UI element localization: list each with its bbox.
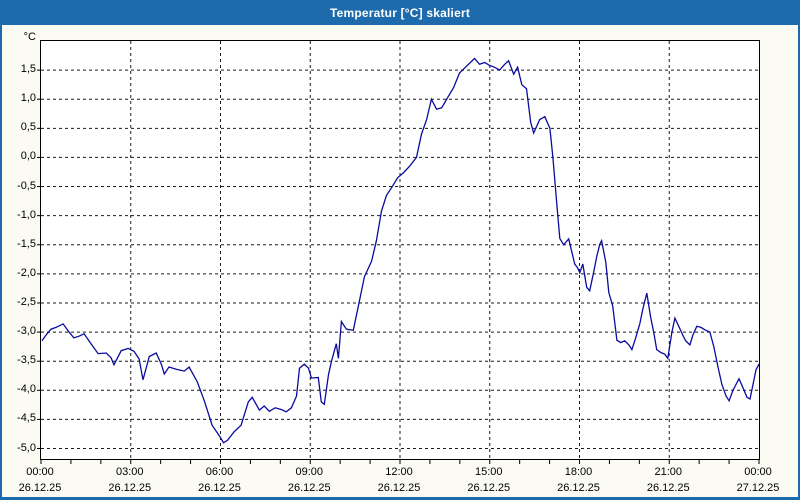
x-tick-time-label: 18:00 [564,466,593,478]
x-tick-time-label: 03:00 [115,466,144,478]
y-tick-label: -0,5 [17,179,36,192]
x-tick-time-label: 12:00 [385,466,413,478]
y-tick-label: 1,0 [20,92,36,105]
x-tick-date-label: 26.12.25 [287,482,331,494]
y-tick-label: -4,0 [17,383,36,396]
y-tick-label: -1,0 [17,208,36,221]
window-title-bar[interactable]: Temperatur [°C] skaliert [2,0,798,25]
window-title: Temperatur [°C] skaliert [329,5,471,20]
x-tick-time-label: 21:00 [654,466,683,478]
x-tick-date-label: 26.12.25 [198,482,241,494]
x-tick-date-label: 27.12.25 [736,482,780,494]
x-tick-date-label: 26.12.25 [18,482,62,494]
x-tick-time-label: 00:00 [744,466,772,478]
x-tick-date-label: 26.12.25 [646,482,690,494]
x-tick-time-label: 00:00 [26,466,54,478]
x-tick-date-label: 26.12.25 [557,482,600,494]
x-tick-date-label: 26.12.25 [377,482,421,494]
x-tick-date-label: 26.12.25 [108,482,152,494]
chart-window: Temperatur [°C] skaliert °C 1,5 1,0 0,5 0,0… [0,0,800,500]
x-tick-time-label: 15:00 [474,466,503,478]
plot-area[interactable] [37,40,760,464]
y-tick-label: -2,5 [17,295,36,308]
y-axis-unit-label: °C [23,31,36,43]
y-tick-label: -1,5 [17,237,36,250]
y-tick-label: -3,5 [17,354,36,367]
y-tick-label: -3,0 [17,325,36,338]
x-tick-time-label: 06:00 [205,466,234,478]
x-tick-date-label: 26.12.25 [467,482,511,494]
x-tick-time-label: 09:00 [295,466,324,478]
y-tick-label: -2,0 [17,266,36,279]
y-tick-label: -5,0 [17,441,36,454]
chart-area: °C 1,5 1,0 0,5 0,0 -0,5 -1,0 -1,5 -2,0 -2,5 -3,0 -… [2,25,798,497]
y-tick-label: 0,5 [20,121,36,134]
y-tick-label: 0,0 [20,150,36,163]
temperature-line-chart [37,41,760,464]
y-tick-label: -4,5 [17,412,36,425]
y-tick-label: 1,5 [20,63,36,76]
